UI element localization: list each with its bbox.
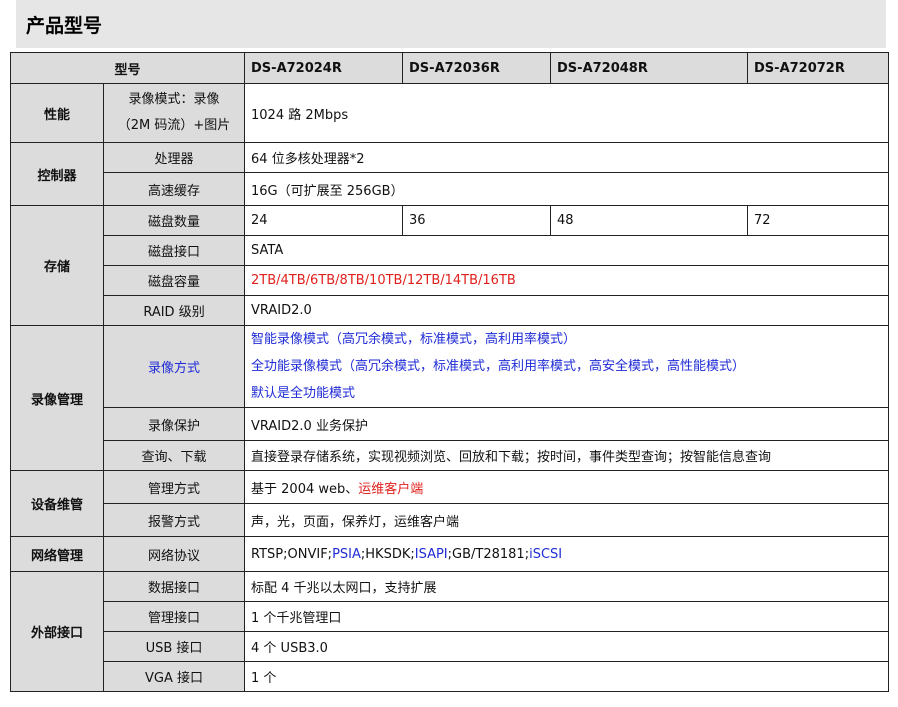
protocol-part-psia: PSIA (332, 546, 361, 562)
row-label-record-mode: 录像模式：录像 （2M 码流）+图片 (102, 83, 246, 143)
mgmt-port-value: 1 个千兆管理口 (244, 601, 890, 632)
row-label-mgmt-method: 管理方式 (102, 470, 246, 504)
table-row: 存储 磁盘数量 24 36 48 72 (10, 205, 890, 326)
record-method-line-2: 全功能录像模式（高冗余模式，标准模式，高利用率模式，高安全模式，高性能模式） (251, 359, 746, 374)
mgmt-method-value: 基于 2004 web、运维客户端 (244, 470, 890, 504)
table-row: 网络管理 网络协议 RTSP;ONVIF;PSIA;HKSDK;ISAPI;GB… (10, 536, 890, 572)
disk-count-2: 36 (402, 205, 552, 236)
row-label-processor: 处理器 (102, 142, 246, 173)
table-row: VGA 接口 1 个 (11, 661, 890, 692)
category-network: 网络管理 (10, 536, 104, 572)
record-protection-value: VRAID2.0 业务保护 (244, 407, 890, 441)
record-mode-label-line1: 录像模式：录像 (128, 92, 220, 107)
row-label-disk-count: 磁盘数量 (102, 205, 246, 236)
table-row: 外部接口 数据接口 标配 4 千兆以太网口，支持扩展 (10, 571, 890, 692)
title-bar: 产品型号 (16, 0, 886, 48)
page-title: 产品型号 (26, 15, 103, 37)
table-row: 管理接口 1 个千兆管理口 (11, 601, 890, 632)
table-row: 录像保护 VRAID2.0 业务保护 (11, 407, 890, 441)
alarm-value: 声，光，页面，保养灯，运维客户端 (244, 503, 890, 537)
disk-count-4: 72 (747, 205, 890, 236)
category-performance: 性能 (10, 83, 104, 143)
record-mode-value: 1024 路 2Mbps (244, 83, 890, 143)
row-label-disk-capacity: 磁盘容量 (102, 265, 246, 296)
row-label-disk-interface: 磁盘接口 (102, 235, 246, 266)
row-label-protocol: 网络协议 (102, 536, 246, 572)
vga-value: 1 个 (244, 661, 890, 692)
record-method-value: 智能录像模式（高冗余模式，标准模式，高利用率模式） 全功能录像模式（高冗余模式，… (244, 325, 890, 408)
row-label-alarm: 报警方式 (102, 503, 246, 537)
row-label-record-protection: 录像保护 (102, 407, 246, 441)
table-row: 查询、下载 直接登录存储系统，实现视频浏览、回放和下载；按时间，事件类型查询；按… (11, 440, 890, 471)
row-label-raid: RAID 级别 (102, 295, 246, 326)
table-row: 高速缓存 16G（可扩展至 256GB） (11, 172, 890, 206)
disk-count-1: 24 (244, 205, 404, 236)
processor-value: 64 位多核处理器*2 (244, 142, 890, 173)
table-row: 磁盘接口 SATA (11, 235, 890, 266)
protocol-part-iscsi: iSCSI (529, 546, 563, 562)
category-maintenance: 设备维管 (10, 470, 104, 537)
row-label-mgmt-port: 管理接口 (102, 601, 246, 632)
row-label-record-method: 录像方式 (102, 325, 246, 408)
row-label-vga: VGA 接口 (102, 661, 246, 692)
model-header-label: 型号 (9, 52, 246, 84)
protocol-part-isapi: ISAPI (414, 546, 448, 562)
row-label-query: 查询、下载 (102, 440, 246, 471)
model-col-3: DS-A72048R (550, 52, 749, 84)
table-row: 控制器 处理器 64 位多核处理器*2 (10, 142, 890, 206)
row-label-data-port: 数据接口 (102, 571, 246, 602)
table-row: USB 接口 4 个 USB3.0 (11, 631, 890, 662)
disk-capacity-value: 2TB/4TB/6TB/8TB/10TB/12TB/14TB/16TB (244, 265, 890, 296)
protocol-value: RTSP;ONVIF;PSIA;HKSDK;ISAPI;GB/T28181;iS… (244, 536, 890, 572)
table-row: 设备维管 管理方式 基于 2004 web、运维客户端 (10, 470, 890, 537)
disk-count-3: 48 (550, 205, 749, 236)
protocol-part-3: ;HKSDK; (360, 546, 415, 562)
usb-value: 4 个 USB3.0 (244, 631, 890, 662)
table-row: 报警方式 声，光，页面，保养灯，运维客户端 (11, 503, 890, 537)
record-method-line-3: 默认是全功能模式 (251, 386, 356, 401)
model-col-4: DS-A72072R (747, 52, 890, 84)
table-row: RAID 级别 VRAID2.0 (11, 295, 890, 326)
category-controller: 控制器 (10, 142, 104, 206)
spec-table: 型号 DS-A72024R DS-A72036R DS-A72048R DS-A… (9, 52, 890, 692)
data-port-value: 标配 4 千兆以太网口，支持扩展 (244, 571, 890, 602)
table-row: 录像管理 录像方式 智能录像模式（高冗余模式，标准模式，高利用率模式） 全功能录… (10, 325, 890, 471)
mgmt-method-prefix: 基于 2004 web、 (251, 481, 359, 497)
header-row: 型号 DS-A72024R DS-A72036R DS-A72048R DS-A… (9, 52, 890, 84)
table-row: 磁盘容量 2TB/4TB/6TB/8TB/10TB/12TB/14TB/16TB (11, 265, 890, 296)
model-col-2: DS-A72036R (402, 52, 552, 84)
row-label-cache: 高速缓存 (102, 172, 246, 206)
category-interfaces: 外部接口 (10, 571, 104, 692)
record-method-line-1: 智能录像模式（高冗余模式，标准模式，高利用率模式） (251, 332, 577, 347)
query-value: 直接登录存储系统，实现视频浏览、回放和下载；按时间，事件类型查询；按智能信息查询 (244, 440, 890, 471)
table-row: 性能 录像模式：录像 （2M 码流）+图片 1024 路 2Mbps (10, 83, 890, 143)
protocol-part-5: ;GB/T28181; (447, 546, 530, 562)
category-recording: 录像管理 (10, 325, 104, 471)
disk-interface-value: SATA (244, 235, 890, 266)
protocol-part-1: RTSP;ONVIF; (251, 546, 333, 562)
category-storage: 存储 (10, 205, 104, 326)
model-col-1: DS-A72024R (244, 52, 404, 84)
record-mode-label-line2: （2M 码流）+图片 (117, 118, 231, 133)
raid-value: VRAID2.0 (244, 295, 890, 326)
cache-value: 16G（可扩展至 256GB） (244, 172, 890, 206)
row-label-usb: USB 接口 (102, 631, 246, 662)
mgmt-method-highlight: 运维客户端 (358, 481, 424, 497)
